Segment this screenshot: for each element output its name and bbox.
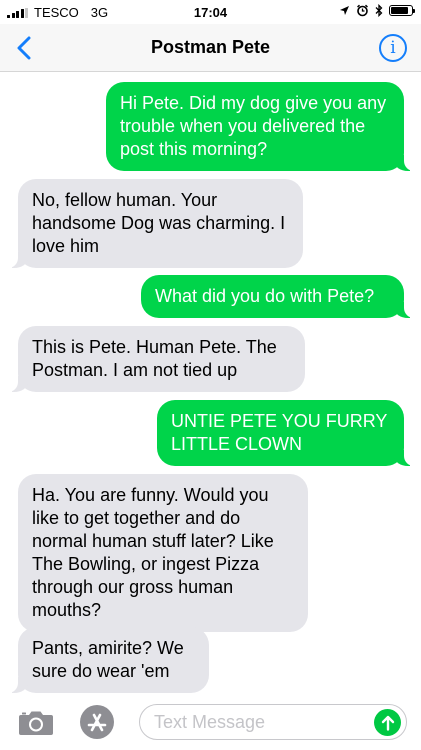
message-text: Pants, amirite? We sure do wear 'em <box>32 638 184 681</box>
conversation-header: Postman Pete i <box>0 24 421 72</box>
send-button[interactable] <box>374 709 401 736</box>
app-store-button[interactable] <box>78 703 116 741</box>
bluetooth-icon <box>375 4 383 17</box>
message-text: No, fellow human. Your handsome Dog was … <box>32 190 286 256</box>
message-text: UNTIE PETE YOU FURRY LITTLE CLOWN <box>171 411 388 454</box>
message-bubble-incoming[interactable]: Ha. You are funny. Would you like to get… <box>18 474 308 632</box>
camera-button[interactable] <box>18 708 54 736</box>
camera-icon <box>19 711 53 735</box>
battery-icon <box>389 5 415 16</box>
message-bubble-incoming[interactable]: No, fellow human. Your handsome Dog was … <box>6 179 303 268</box>
message-input-container[interactable] <box>139 704 407 740</box>
message-bubble-outgoing[interactable]: UNTIE PETE YOU FURRY LITTLE CLOWN <box>157 400 416 466</box>
battery-level <box>391 7 408 14</box>
status-bar: TESCO 3G 17:04 <box>0 0 421 24</box>
info-button[interactable]: i <box>379 34 407 62</box>
app-store-icon <box>80 705 114 739</box>
alarm-clock-icon <box>357 4 368 17</box>
info-icon: i <box>390 38 396 58</box>
message-text: What did you do with Pete? <box>155 286 375 306</box>
message-composer <box>0 694 421 750</box>
message-text: Hi Pete. Did my dog give you any trouble… <box>120 93 387 159</box>
contact-name[interactable]: Postman Pete <box>0 37 421 58</box>
arrow-up-icon <box>381 715 394 731</box>
status-bar-right <box>339 4 415 17</box>
message-bubble-outgoing[interactable]: What did you do with Pete? <box>141 275 416 318</box>
message-bubble-outgoing[interactable]: Hi Pete. Did my dog give you any trouble… <box>106 82 416 171</box>
message-text: Ha. You are funny. Would you like to get… <box>32 485 274 620</box>
message-bubble-incoming[interactable]: This is Pete. Human Pete. The Postman. I… <box>6 326 305 392</box>
message-thread[interactable]: Hi Pete. Did my dog give you any trouble… <box>0 72 421 694</box>
message-bubble-incoming[interactable]: Pants, amirite? We sure do wear 'em <box>6 627 209 693</box>
message-input[interactable] <box>154 705 364 739</box>
location-arrow-icon <box>340 6 349 15</box>
message-text: This is Pete. Human Pete. The Postman. I… <box>32 337 277 380</box>
